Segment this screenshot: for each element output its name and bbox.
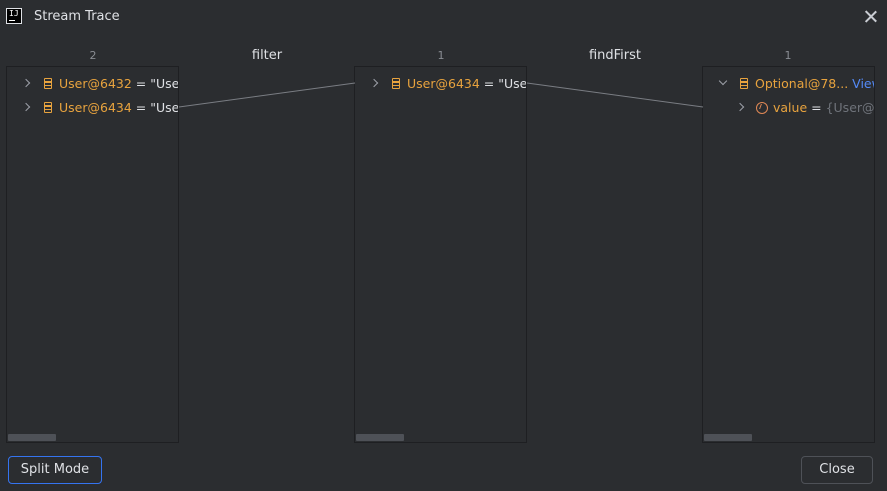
intellij-icon: IJ bbox=[6, 8, 22, 24]
window-title: Stream Trace bbox=[34, 9, 120, 24]
stream-panel-filter-result: User@6434 = "User( bbox=[354, 66, 527, 443]
variable-name: User@6434 bbox=[407, 76, 480, 91]
equals-sign: = bbox=[131, 76, 151, 91]
object-icon bbox=[44, 78, 52, 89]
horizontal-scrollbar[interactable] bbox=[8, 434, 56, 441]
equals-sign: = bbox=[479, 76, 499, 91]
stream-panel-source: User@6432 = "User( User@6434 = "User( bbox=[6, 66, 179, 443]
stage-operation-filter: filter bbox=[251, 48, 283, 63]
variable-name: Optional@78... bbox=[755, 76, 849, 91]
tree-row[interactable]: value = {User@64 bbox=[703, 97, 874, 119]
tree-row[interactable]: User@6432 = "User( bbox=[7, 73, 178, 95]
stage-operation-findfirst: findFirst bbox=[588, 48, 642, 63]
mapping-line bbox=[526, 82, 704, 108]
tree-row[interactable]: User@6434 = "User( bbox=[7, 97, 178, 119]
chevron-right-icon[interactable] bbox=[23, 104, 31, 112]
close-button[interactable]: Close bbox=[801, 456, 873, 484]
chevron-right-icon[interactable] bbox=[23, 80, 31, 88]
tree-row[interactable]: Optional@78... View bbox=[703, 73, 874, 95]
stage-count-2: 1 bbox=[437, 49, 445, 62]
split-mode-button[interactable]: Split Mode bbox=[8, 456, 102, 484]
chevron-right-icon[interactable] bbox=[737, 104, 745, 112]
chevron-down-icon[interactable] bbox=[720, 78, 728, 86]
horizontal-scrollbar[interactable] bbox=[704, 434, 752, 441]
variable-value: {User@64 bbox=[825, 100, 875, 115]
chevron-right-icon[interactable] bbox=[371, 80, 379, 88]
object-icon bbox=[392, 78, 400, 89]
variable-value: "User( bbox=[498, 76, 527, 91]
variable-name: User@6434 bbox=[59, 100, 132, 115]
equals-sign: = bbox=[131, 100, 151, 115]
variable-name: value bbox=[773, 100, 808, 115]
equals-sign: = bbox=[807, 100, 826, 115]
view-link[interactable]: View bbox=[852, 76, 874, 91]
title-bar: IJ Stream Trace bbox=[0, 0, 887, 34]
stage-count-3: 1 bbox=[784, 49, 792, 62]
stage-count-1: 2 bbox=[89, 49, 97, 62]
horizontal-scrollbar[interactable] bbox=[356, 434, 404, 441]
mapping-line bbox=[178, 82, 356, 108]
tree-row[interactable]: User@6434 = "User( bbox=[355, 73, 526, 95]
stream-panel-findfirst-result: Optional@78... View value = {User@64 bbox=[702, 66, 875, 443]
field-icon bbox=[756, 102, 768, 114]
variable-value: "User( bbox=[150, 76, 179, 91]
variable-name: User@6432 bbox=[59, 76, 132, 91]
close-icon[interactable] bbox=[862, 8, 880, 26]
object-icon bbox=[740, 78, 748, 89]
variable-value: "User( bbox=[150, 100, 179, 115]
object-icon bbox=[44, 102, 52, 113]
